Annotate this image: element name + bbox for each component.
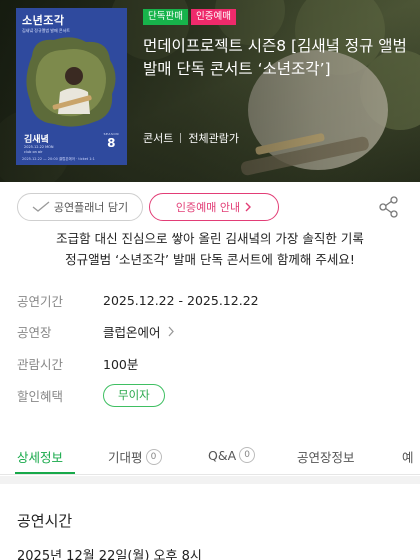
tab-detail-info[interactable]: 상세정보 — [17, 447, 63, 466]
tab-qna-label: Q&A — [208, 447, 237, 463]
runtime-value: 100분 — [103, 356, 139, 372]
tab-reviews[interactable]: 기대평 0 — [108, 447, 162, 466]
active-tab-indicator — [15, 472, 75, 474]
genre-label: 콘서트 — [143, 132, 174, 145]
poster-subtitle: 김새녘 정규앨범 발매 콘서트 — [22, 28, 70, 33]
page-title: 먼데이프로젝트 시즌8 [김새녘 정규 앨범 발매 단독 콘서트 ‘소년조각’] — [143, 37, 407, 78]
badge-group: 단독판매 인증예매 — [143, 9, 236, 25]
section-divider — [0, 476, 420, 484]
poster-image[interactable]: 소년조각 김새녘 정규앨범 발매 콘서트 김새녘 2025.12.22 MON … — [16, 8, 127, 165]
certified-booking-guide-button[interactable]: 인증예매 안내 — [149, 193, 279, 221]
poster-title: 소년조각 — [22, 14, 65, 27]
info-row-runtime: 관람시간 100분 — [17, 353, 138, 373]
chevron-right-icon — [168, 326, 174, 336]
intro-line-1: 조급함 대신 진심으로 쌓아 올린 김새녘의 가장 솔직한 기록 — [56, 231, 364, 246]
age-rating-label: 전체관람가 — [188, 132, 239, 145]
venue-label: 공연장 — [17, 324, 52, 340]
add-to-planner-label: 공연플래너 담기 — [53, 201, 129, 214]
intro-text: 조급함 대신 진심으로 쌓아 올린 김새녘의 가장 솔직한 기록 정규앨범 ‘소… — [0, 228, 420, 270]
add-to-planner-button[interactable]: 공연플래너 담기 — [17, 193, 143, 221]
info-row-discount: 할인혜택 무이자 — [17, 383, 165, 407]
tab-qna[interactable]: Q&A 0 — [208, 447, 256, 463]
share-icon[interactable] — [378, 196, 400, 218]
detail-tabs: 상세정보 기대평 0 Q&A 0 공연장정보 예 — [0, 439, 420, 475]
runtime-label: 관람시간 — [17, 356, 64, 372]
tab-venue-info[interactable]: 공연장정보 — [297, 447, 355, 466]
hero-meta: 콘서트 전체관람가 — [143, 130, 239, 146]
intro-line-2: 정규앨범 ‘소년조각’ 발매 단독 콘서트에 함께해 주세요! — [65, 252, 355, 267]
poster-artist-name: 김새녘 — [24, 135, 49, 145]
hero-banner: 소년조각 김새녘 정규앨범 발매 콘서트 김새녘 2025.12.22 MON … — [0, 0, 420, 182]
discount-label: 할인혜택 — [17, 388, 64, 404]
performance-time-text: 2025년 12월 22일(월) 오후 8시 — [17, 549, 202, 560]
poster-date: 2025.12.22 MON club on air — [24, 145, 54, 154]
info-row-period: 공연기간 2025.12.22 - 2025.12.22 — [17, 290, 259, 310]
venue-value: 클럽온에어 — [103, 324, 161, 340]
certified-booking-guide-label: 인증예매 안내 — [175, 201, 241, 214]
qna-count-badge: 0 — [239, 447, 256, 463]
period-label: 공연기간 — [17, 293, 64, 309]
period-value: 2025.12.22 - 2025.12.22 — [103, 292, 259, 308]
interest-free-badge[interactable]: 무이자 — [103, 383, 165, 407]
certified-booking-badge: 인증예매 — [190, 9, 236, 25]
exclusive-sale-badge: 단독판매 — [143, 9, 188, 25]
chevron-right-icon — [245, 202, 252, 212]
performance-time-heading: 공연시간 — [17, 512, 73, 530]
review-count-badge: 0 — [145, 448, 162, 465]
venue-link[interactable]: 클럽온에어 — [103, 322, 175, 341]
poster-footer: 2025.12.22 — 20:00 클럽온에어 · ticket 1:1 — [22, 157, 95, 161]
info-row-venue[interactable]: 공연장 클럽온에어 — [17, 321, 175, 341]
tab-overflow[interactable]: 예 — [402, 447, 414, 466]
meta-divider — [180, 133, 182, 143]
heart-check-icon — [32, 201, 50, 212]
tab-reviews-label: 기대평 — [108, 450, 143, 465]
poster-artist-photo — [26, 37, 116, 127]
poster-season-number: SEASON 8 — [103, 132, 119, 150]
